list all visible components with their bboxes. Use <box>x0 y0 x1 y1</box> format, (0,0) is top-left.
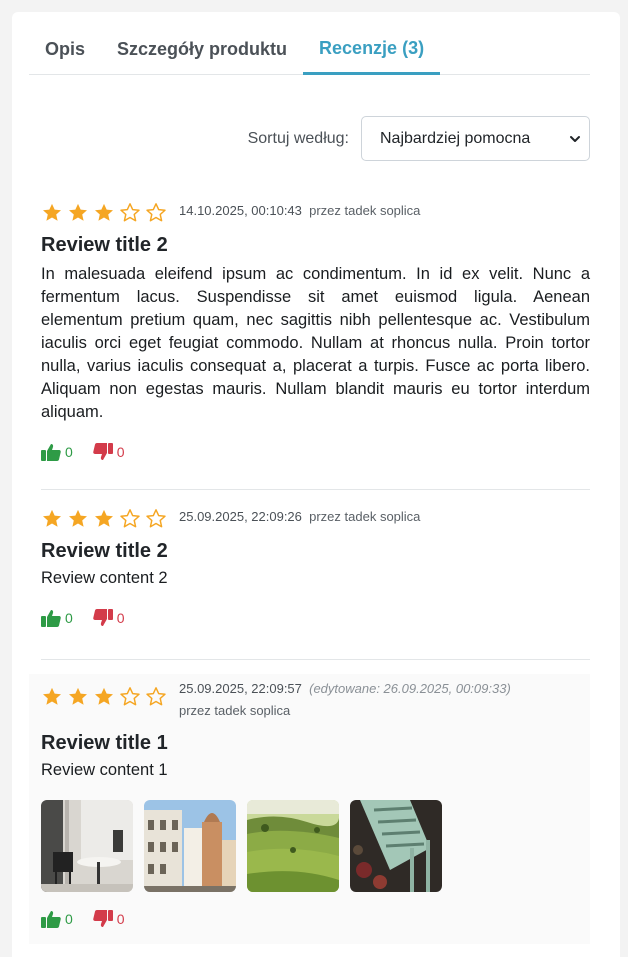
review-content: In malesuada eleifend ipsum ac condiment… <box>41 265 590 421</box>
star-filled-icon <box>69 687 87 705</box>
star-empty-icon <box>120 687 140 706</box>
sort-selected-value: Najbardziej pomocna <box>380 129 531 147</box>
review-votes: 0 0 <box>41 443 590 461</box>
review-author: przez tadek soplica <box>179 703 291 718</box>
review-content: Review content 2 <box>41 569 168 587</box>
star-filled-icon <box>95 203 113 221</box>
sort-control: Sortuj według: Najbardziej pomocna <box>248 116 590 161</box>
review-date: 14.10.2025, 00:10:43 <box>179 203 302 218</box>
upvote-count: 0 <box>65 444 73 460</box>
thumbs-up-icon <box>41 444 61 461</box>
review-title: Review title 1 <box>41 732 168 754</box>
star-rating <box>41 508 167 530</box>
review-divider <box>41 659 590 660</box>
review-images <box>41 800 590 892</box>
downvote-button[interactable]: 0 <box>93 443 125 461</box>
downvote-count: 0 <box>116 444 125 460</box>
upvote-button[interactable]: 0 <box>41 910 73 928</box>
review-item: 25.09.2025, 22:09:26 przez tadek soplica… <box>29 506 590 627</box>
upvote-button[interactable]: 0 <box>41 443 73 461</box>
review-content: Review content 1 <box>41 761 168 779</box>
review-image-cafe[interactable] <box>41 800 133 892</box>
star-empty-icon <box>146 203 166 222</box>
review-meta: 25.09.2025, 22:09:26 przez tadek soplica <box>179 506 420 528</box>
star-filled-icon <box>69 203 87 221</box>
tab-reviews[interactable]: Recenzje (3) <box>303 28 441 75</box>
review-date: 25.09.2025, 22:09:26 <box>179 509 302 524</box>
downvote-button[interactable]: 0 <box>93 609 125 627</box>
star-filled-icon <box>43 203 61 221</box>
upvote-count: 0 <box>65 610 73 626</box>
review-title: Review title 2 <box>41 234 168 256</box>
thumbs-up-icon <box>41 610 61 627</box>
downvote-button[interactable]: 0 <box>93 910 125 928</box>
chevron-down-icon <box>570 135 580 142</box>
thumbs-down-icon <box>93 910 113 927</box>
star-filled-icon <box>95 687 113 705</box>
review-title: Review title 2 <box>41 540 168 562</box>
star-filled-icon <box>43 687 61 705</box>
garden-chair-image <box>350 800 442 892</box>
review-item: 25.09.2025, 22:09:57 (edytowane: 26.09.2… <box>29 674 590 944</box>
review-votes: 0 0 <box>41 910 590 928</box>
review-item: 14.10.2025, 00:10:43 przez tadek soplica… <box>29 200 590 461</box>
upvote-count: 0 <box>65 911 73 927</box>
review-image-street[interactable] <box>144 800 236 892</box>
star-empty-icon <box>120 509 140 528</box>
upvote-button[interactable]: 0 <box>41 609 73 627</box>
star-filled-icon <box>95 509 113 527</box>
review-image-landscape[interactable] <box>247 800 339 892</box>
tab-product-details[interactable]: Szczegóły produktu <box>101 28 303 75</box>
sort-select[interactable]: Najbardziej pomocna <box>361 116 590 161</box>
street-buildings-image <box>144 800 236 892</box>
review-edited-date: (edytowane: 26.09.2025, 00:09:33) <box>309 681 511 696</box>
star-rating <box>41 202 167 224</box>
thumbs-down-icon <box>93 443 113 460</box>
review-author: przez tadek soplica <box>309 203 421 218</box>
review-meta: 25.09.2025, 22:09:57 (edytowane: 26.09.2… <box>179 678 511 722</box>
star-empty-icon <box>146 687 166 706</box>
thumbs-up-icon <box>41 911 61 928</box>
review-date: 25.09.2025, 22:09:57 <box>179 681 302 696</box>
cafe-interior-image <box>41 800 133 892</box>
tab-description[interactable]: Opis <box>29 28 101 75</box>
product-tabs: Opis Szczegóły produktu Recenzje (3) <box>29 28 590 75</box>
star-empty-icon <box>146 509 166 528</box>
sort-label: Sortuj według: <box>247 129 349 147</box>
review-author: przez tadek soplica <box>309 509 421 524</box>
star-empty-icon <box>120 203 140 222</box>
thumbs-down-icon <box>93 609 113 626</box>
downvote-count: 0 <box>116 610 125 626</box>
review-meta: 14.10.2025, 00:10:43 przez tadek soplica <box>179 200 420 222</box>
star-rating <box>41 686 167 708</box>
review-votes: 0 0 <box>41 609 590 627</box>
star-filled-icon <box>43 509 61 527</box>
downvote-count: 0 <box>116 911 125 927</box>
green-landscape-image <box>247 800 339 892</box>
review-divider <box>41 489 590 490</box>
star-filled-icon <box>69 509 87 527</box>
review-image-chair[interactable] <box>350 800 442 892</box>
